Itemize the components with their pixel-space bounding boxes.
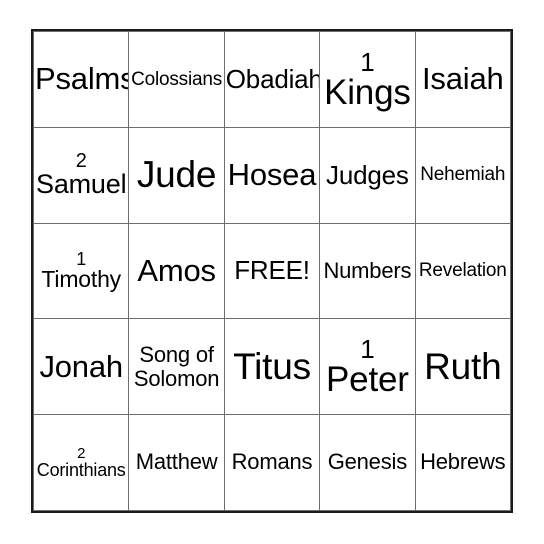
bingo-cell[interactable]: Hebrews — [414, 414, 512, 511]
bingo-cell[interactable]: Jonah — [32, 318, 130, 416]
bingo-cell[interactable]: Judges — [319, 126, 416, 224]
bingo-cell[interactable]: 1 Kings — [319, 31, 416, 128]
bingo-cell-label: Ruth — [424, 345, 502, 387]
bingo-cell-label: Obadiah — [225, 63, 320, 94]
bingo-cell-number: 1 — [360, 333, 375, 364]
bingo-cell-label-line2: Solomon — [133, 365, 220, 391]
bingo-cell[interactable]: Genesis — [319, 414, 416, 511]
bingo-cell-label: Genesis — [327, 449, 408, 475]
bingo-cell[interactable]: Romans — [223, 414, 321, 511]
bingo-cell-label: Hosea — [227, 157, 317, 193]
bingo-cell-label: Numbers — [323, 257, 412, 283]
bingo-cell[interactable]: Nehemiah — [414, 126, 512, 224]
bingo-cell[interactable]: Revelation — [414, 222, 512, 320]
bingo-row: Jonah Song of Solomon Titus 1 Peter Ruth — [32, 318, 512, 416]
bingo-cell[interactable]: Amos — [128, 222, 225, 320]
bingo-cell[interactable]: Ruth — [414, 318, 512, 416]
bingo-cell-label: Matthew — [135, 449, 218, 475]
bingo-cell-label: Isaiah — [422, 61, 504, 97]
bingo-cell[interactable]: Titus — [223, 318, 321, 416]
bingo-cell-label-line1: Song of — [139, 342, 214, 368]
bingo-cell-label: Amos — [137, 252, 216, 288]
bingo-card: Psalms Colossians Obadiah 1 Kings Isaiah 2 Samu… — [31, 29, 513, 513]
bingo-cell-free-space[interactable]: FREE! — [223, 222, 321, 320]
bingo-cell[interactable]: Song of Solomon — [128, 318, 225, 416]
bingo-cell-label: Peter — [326, 359, 409, 399]
bingo-cell-label: Romans — [231, 449, 313, 475]
bingo-cell[interactable]: Jude — [128, 126, 225, 224]
bingo-cell[interactable]: Obadiah — [223, 31, 321, 128]
bingo-row: 1 Timothy Amos FREE! Numbers Revelation — [32, 222, 512, 320]
bingo-cell[interactable]: 1 Peter — [319, 318, 416, 416]
bingo-cell-label: Corinthians — [36, 459, 126, 480]
bingo-cell-label: Titus — [233, 345, 311, 387]
bingo-cell-label: Jude — [136, 153, 217, 195]
bingo-grid-body: Psalms Colossians Obadiah 1 Kings Isaiah 2 Samu… — [32, 31, 512, 511]
bingo-cell-label: Timothy — [41, 266, 121, 293]
bingo-cell[interactable]: 2 Samuel — [32, 126, 130, 224]
bingo-cell-label: Colossians — [131, 68, 223, 90]
bingo-cell-label: Psalms — [35, 61, 129, 97]
bingo-cell-number: 1 — [360, 46, 375, 77]
bingo-free-space-label: FREE! — [234, 255, 310, 286]
bingo-cell[interactable]: 2 Corinthians — [32, 414, 130, 511]
bingo-cell-label: Revelation — [418, 260, 507, 282]
bingo-cell[interactable]: Isaiah — [414, 31, 512, 128]
bingo-cell-number: 2 — [75, 150, 87, 173]
bingo-row: 2 Corinthians Matthew Romans Genesis Hebrews — [32, 414, 512, 511]
bingo-cell-label: Nehemiah — [420, 164, 506, 186]
bingo-cell-label: Samuel — [36, 169, 127, 200]
bingo-cell-label: Jonah — [39, 348, 123, 384]
bingo-cell-label: Hebrews — [420, 449, 506, 475]
bingo-row: 2 Samuel Jude Hosea Judges Nehemiah — [32, 126, 512, 224]
bingo-cell[interactable]: Psalms — [32, 31, 130, 128]
bingo-cell-label: Kings — [324, 72, 411, 112]
bingo-cell[interactable]: Numbers — [319, 222, 416, 320]
bingo-cell-number: 2 — [77, 444, 86, 462]
bingo-cell[interactable]: Colossians — [128, 31, 225, 128]
bingo-grid: Psalms Colossians Obadiah 1 Kings Isaiah 2 Samu… — [32, 31, 512, 511]
bingo-cell[interactable]: Matthew — [128, 414, 225, 511]
bingo-row: Psalms Colossians Obadiah 1 Kings Isaiah — [32, 31, 512, 128]
bingo-cell[interactable]: 1 Timothy — [32, 222, 130, 320]
bingo-cell[interactable]: Hosea — [223, 126, 321, 224]
bingo-cell-label: Judges — [326, 159, 409, 190]
